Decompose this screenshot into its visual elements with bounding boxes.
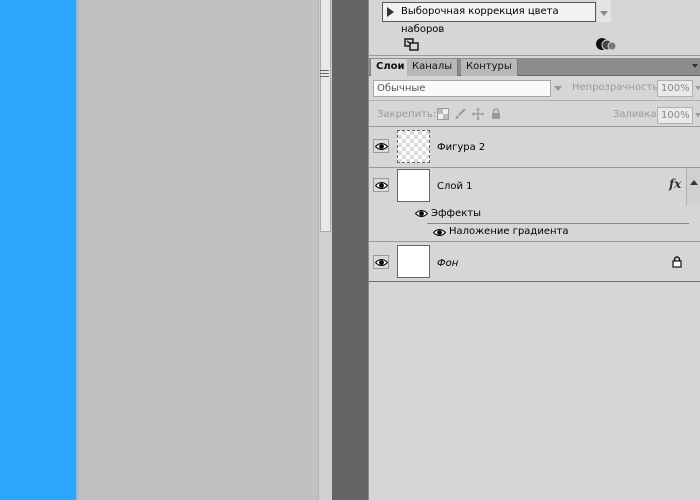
lock-icon[interactable] bbox=[490, 108, 502, 120]
blend-row: Обычные Непрозрачность: 100% bbox=[369, 77, 700, 101]
panel-menu-icon[interactable] bbox=[692, 64, 698, 68]
layer-row-layer-1[interactable]: Слой 1 fx bbox=[369, 168, 700, 205]
layer-name: Фигура 2 bbox=[437, 142, 486, 153]
lock-icon bbox=[672, 256, 682, 268]
panels-dock: Выборочная коррекция цвета наборов Слои … bbox=[368, 0, 700, 500]
layer-thumbnail bbox=[397, 169, 430, 202]
visibility-toggle[interactable] bbox=[373, 255, 389, 269]
adjustments-panel: Выборочная коррекция цвета наборов bbox=[369, 0, 700, 56]
eye-icon[interactable] bbox=[433, 228, 446, 237]
tab-paths[interactable]: Контуры bbox=[461, 59, 518, 76]
eye-icon bbox=[375, 143, 388, 150]
transparency-lock-icon[interactable] bbox=[437, 108, 449, 120]
layer-name: Фон bbox=[437, 258, 459, 269]
eye-icon bbox=[375, 259, 388, 266]
opacity-field[interactable]: 100% bbox=[657, 80, 693, 97]
canvas-pasteboard[interactable] bbox=[80, 0, 318, 500]
view-previous-icon[interactable] bbox=[595, 37, 619, 51]
return-to-list-icon[interactable] bbox=[404, 38, 420, 52]
effects-row[interactable]: Эффекты bbox=[369, 205, 700, 224]
effect-name: Наложение градиента bbox=[449, 226, 569, 237]
lock-row: Закрепить: Заливка: 100% bbox=[369, 101, 700, 127]
fx-icon[interactable]: fx bbox=[669, 177, 681, 191]
layers-tabbar: Слои Каналы Контуры bbox=[369, 58, 700, 76]
canvas-image[interactable] bbox=[0, 0, 76, 500]
layer-row-background[interactable]: Фон bbox=[369, 242, 700, 282]
collapse-effects-button[interactable] bbox=[686, 168, 700, 205]
opacity-label: Непрозрачность: bbox=[572, 82, 662, 93]
effect-row-gradient-overlay[interactable]: Наложение градиента bbox=[369, 224, 700, 242]
move-icon[interactable] bbox=[472, 108, 484, 120]
visibility-toggle[interactable] bbox=[373, 178, 389, 192]
fill-label: Заливка: bbox=[613, 109, 660, 120]
effects-label: Эффекты bbox=[431, 208, 481, 219]
panel-splitter bbox=[332, 0, 368, 500]
chevron-down-icon[interactable] bbox=[554, 86, 562, 91]
visibility-toggle[interactable] bbox=[373, 139, 389, 153]
tab-layers[interactable]: Слои bbox=[371, 59, 411, 76]
brush-icon[interactable] bbox=[454, 108, 466, 120]
layer-row-figure-2[interactable]: Фигура 2 bbox=[369, 127, 700, 168]
panel-grip-icon[interactable] bbox=[320, 70, 329, 78]
layer-thumbnail bbox=[397, 245, 430, 278]
chevron-up-icon bbox=[690, 180, 698, 185]
chevron-down-icon[interactable] bbox=[695, 113, 700, 117]
layer-thumbnail bbox=[397, 130, 430, 163]
eye-icon[interactable] bbox=[415, 209, 428, 218]
eye-icon bbox=[375, 182, 388, 189]
blend-mode-select[interactable]: Обычные bbox=[373, 80, 551, 97]
tab-channels[interactable]: Каналы bbox=[407, 59, 459, 76]
scroll-down-icon[interactable] bbox=[600, 11, 608, 16]
adjustments-scrollbar[interactable] bbox=[597, 0, 611, 22]
layer-name: Слой 1 bbox=[437, 181, 473, 192]
adjustment-preset-item[interactable]: Выборочная коррекция цвета наборов bbox=[382, 2, 596, 35]
expand-triangle-icon[interactable] bbox=[387, 7, 394, 17]
adjustment-preset-label: Выборочная коррекция цвета наборов bbox=[401, 6, 559, 35]
layers-list-empty-area[interactable] bbox=[369, 283, 700, 500]
chevron-down-icon[interactable] bbox=[695, 86, 700, 90]
scrollbar-thumb[interactable] bbox=[320, 0, 331, 232]
fill-field[interactable]: 100% bbox=[657, 107, 693, 124]
lock-label: Закрепить: bbox=[377, 109, 437, 120]
